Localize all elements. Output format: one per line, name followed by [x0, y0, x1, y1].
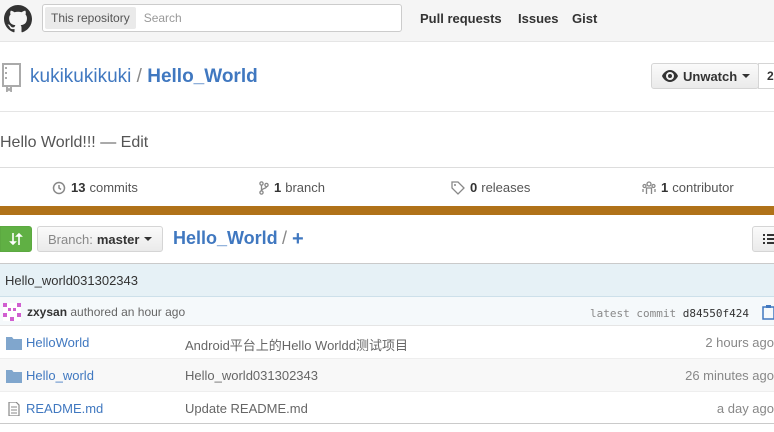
file-name-link[interactable]: HelloWorld	[26, 335, 89, 350]
branches-label: branch	[285, 180, 325, 195]
stat-contributors[interactable]: 1 contributor	[642, 180, 734, 195]
watch-count[interactable]: 2	[758, 63, 774, 89]
nav-pull-requests[interactable]: Pull requests	[420, 11, 502, 26]
releases-label: releases	[481, 180, 531, 195]
history-icon	[52, 181, 66, 194]
unwatch-button[interactable]: Unwatch	[651, 63, 759, 89]
list-view-button[interactable]	[752, 226, 774, 252]
nav-gist[interactable]: Gist	[572, 11, 597, 26]
commits-count: 13	[71, 180, 86, 195]
github-logo-icon[interactable]	[4, 5, 32, 33]
branch-icon	[259, 180, 269, 195]
file-name-link[interactable]: README.md	[26, 401, 103, 416]
search-box: This repository	[42, 4, 402, 32]
breadcrumb-separator: /	[282, 228, 288, 248]
folder-icon	[6, 370, 22, 383]
contributors-count: 1	[661, 180, 669, 195]
eye-icon	[662, 70, 678, 82]
file-commit-message[interactable]: Android平台上的Hello Worldd测试项目	[185, 335, 408, 354]
file-age: a day ago	[716, 401, 774, 416]
file-age: 26 minutes ago	[685, 368, 774, 383]
file-row[interactable]: Hello_world Hello_world031302343 26 minu…	[0, 359, 774, 392]
breadcrumb-root[interactable]: Hello_World	[173, 228, 278, 249]
stat-commits[interactable]: 13 commits	[52, 180, 138, 195]
latest-commit-message[interactable]: Hello_world031302343	[0, 264, 774, 297]
compare-arrows-icon	[9, 232, 23, 246]
branch-value: master	[96, 231, 140, 247]
commit-author-name[interactable]: zxysan	[27, 305, 67, 319]
header-divider	[0, 111, 774, 112]
commits-label: commits	[89, 180, 138, 195]
clipboard-icon[interactable]	[762, 304, 774, 320]
branch-label: Branch:	[48, 231, 93, 247]
chevron-down-icon	[144, 237, 153, 241]
tag-icon	[451, 180, 465, 195]
unwatch-label: Unwatch	[683, 68, 738, 84]
branches-count: 1	[274, 180, 282, 195]
site-header: This repository Pull requests Issues Gis…	[0, 0, 774, 42]
commit-sha-link[interactable]: d84550f424	[683, 307, 749, 320]
repo-stats-bar: 13 commits 1 branch 0 releases 1 contrib…	[0, 167, 774, 207]
repo-owner-link[interactable]: kukikukikuki	[30, 66, 131, 87]
repo-icon	[2, 63, 21, 92]
branch-select-button[interactable]: Branch: master	[37, 226, 163, 252]
repo-name-link[interactable]: Hello_World	[147, 66, 258, 87]
list-icon	[763, 234, 774, 244]
search-input[interactable]	[135, 6, 401, 30]
commit-authored-time: authored an hour ago	[70, 305, 186, 319]
description-separator: —	[100, 134, 117, 151]
compare-button[interactable]	[0, 226, 32, 252]
file-row[interactable]: README.md Update README.md a day ago	[0, 392, 774, 425]
latest-commit-meta: zxysan authored an hour ago latest commi…	[0, 297, 774, 326]
nav-issues[interactable]: Issues	[518, 11, 558, 26]
file-name-link[interactable]: Hello_world	[26, 368, 94, 383]
organization-icon	[642, 180, 656, 194]
stat-branches[interactable]: 1 branch	[259, 180, 325, 195]
repo-description: Hello World!!! — Edit	[0, 134, 148, 152]
repo-title: kukikukikuki / Hello_World	[30, 66, 258, 88]
avatar[interactable]	[3, 303, 21, 321]
file-text-icon	[8, 402, 20, 416]
language-bar[interactable]	[0, 206, 774, 215]
file-row[interactable]: HelloWorld Android平台上的Hello Worldd测试项目 2…	[0, 326, 774, 359]
chevron-down-icon	[742, 74, 751, 78]
file-table: Hello_world031302343 zxysan authored an …	[0, 263, 774, 424]
edit-description-link[interactable]: Edit	[121, 134, 149, 151]
stat-releases[interactable]: 0 releases	[451, 180, 530, 195]
contributors-label: contributor	[672, 180, 734, 195]
commit-author: zxysan authored an hour ago	[27, 305, 185, 319]
repo-title-separator: /	[136, 66, 142, 87]
file-commit-message[interactable]: Hello_world031302343	[185, 368, 318, 383]
new-file-button[interactable]: +	[292, 228, 304, 250]
search-scope-label[interactable]: This repository	[45, 7, 136, 29]
file-commit-message[interactable]: Update README.md	[185, 401, 308, 416]
description-text: Hello World!!!	[0, 134, 96, 151]
folder-icon	[6, 337, 22, 350]
file-age: 2 hours ago	[705, 335, 774, 350]
latest-commit-label: latest commit	[590, 307, 677, 320]
latest-commit: latest commit d84550f424	[590, 307, 749, 320]
releases-count: 0	[470, 180, 478, 195]
